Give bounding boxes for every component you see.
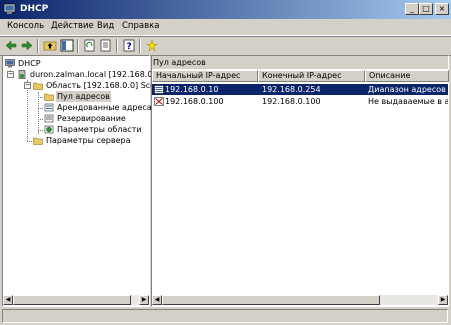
scroll-thumb[interactable]: [13, 295, 131, 305]
tree-connector: [38, 92, 39, 134]
excluded-range-icon: [154, 97, 164, 106]
scroll-left-button[interactable]: ◀: [3, 295, 13, 305]
maximize-button[interactable]: □: [419, 3, 433, 15]
menu-help[interactable]: Справка: [122, 21, 159, 31]
tree-label: Пул адресов: [56, 91, 111, 102]
list-row[interactable]: 192.168.0.100 192.168.0.100 Не выдаваемы…: [152, 96, 448, 107]
minimize-icon: _: [410, 4, 414, 13]
toolbar: ?: [0, 36, 451, 56]
minimize-button[interactable]: _: [405, 3, 419, 15]
tree-item-reservations[interactable]: Резервирование: [44, 113, 147, 124]
up-folder-icon[interactable]: [43, 39, 57, 52]
tree-label: Резервирование: [57, 114, 126, 123]
folder-open-icon: [44, 93, 54, 101]
menu-view[interactable]: Вид: [97, 21, 114, 31]
maximize-icon: □: [422, 4, 430, 13]
menu-bar: Консоль Действие Вид Справка: [0, 19, 451, 36]
tree-item-leases[interactable]: Арендованные адреса: [44, 102, 152, 113]
cell-end-ip: 192.168.0.254: [262, 85, 321, 94]
cell-description: Диапазон адресов для: [368, 85, 448, 94]
toolbar-separator: [139, 39, 141, 53]
cell-end-ip: 192.168.0.100: [262, 97, 321, 106]
title-bar: DHCP _ □ ×: [0, 0, 451, 19]
tree-label: Параметры сервера: [46, 136, 131, 145]
tree-label: Арендованные адреса: [57, 103, 152, 112]
tree-item-server[interactable]: duron.zalman.local [192.168.0.1: [17, 69, 160, 80]
tree-connector: [38, 119, 43, 120]
tree-connector: [38, 97, 43, 98]
tree-connector: [38, 108, 43, 109]
tree-horizontal-scrollbar[interactable]: ◀ ▶: [3, 295, 149, 305]
options-icon: [44, 125, 54, 134]
tree-connector: [27, 90, 28, 141]
cell-description: Не выдаваемые в арен: [368, 97, 448, 106]
scroll-right-button[interactable]: ▶: [139, 295, 149, 305]
status-bar: [0, 306, 451, 325]
show-hide-tree-icon[interactable]: [60, 39, 74, 52]
reservations-icon: [44, 114, 54, 123]
menu-action[interactable]: Действие: [51, 21, 94, 31]
menu-console[interactable]: Консоль: [7, 21, 44, 31]
dhcp-root-icon: [5, 59, 15, 68]
column-header-end-ip[interactable]: Конечный IP-адрес: [258, 70, 365, 82]
refresh-icon[interactable]: [83, 39, 97, 52]
toolbar-separator: [77, 39, 79, 53]
tree-item-dhcp[interactable]: DHCP: [5, 58, 145, 69]
dhcp-app-icon: [3, 3, 16, 14]
export-list-icon[interactable]: [99, 39, 113, 52]
new-scope-star-icon[interactable]: [145, 39, 159, 52]
leases-icon: [44, 103, 54, 112]
status-panel: [2, 309, 448, 323]
cell-start-ip: 192.168.0.100: [165, 97, 224, 106]
scroll-right-button[interactable]: ▶: [438, 295, 448, 305]
tree-item-scope-options[interactable]: Параметры области: [44, 124, 147, 135]
window-title: DHCP: [20, 4, 49, 14]
folder-icon: [33, 137, 43, 145]
toolbar-separator: [37, 39, 39, 53]
forward-arrow-icon[interactable]: [20, 39, 34, 52]
tree-label: DHCP: [18, 59, 41, 68]
folder-icon: [33, 82, 43, 90]
column-header-start-ip[interactable]: Начальный IP-адрес: [152, 70, 258, 82]
back-arrow-icon[interactable]: [4, 39, 18, 52]
list-row[interactable]: 192.168.0.10 192.168.0.254 Диапазон адре…: [152, 84, 448, 95]
server-icon: [18, 70, 26, 79]
svg-text:?: ?: [127, 42, 132, 52]
tree-item-address-pool[interactable]: Пул адресов: [44, 91, 147, 102]
tree-item-scope[interactable]: Область [192.168.0.0] Scop: [33, 80, 160, 91]
scroll-left-button[interactable]: ◀: [152, 295, 162, 305]
help-icon[interactable]: ?: [122, 39, 136, 52]
tree-connector: [27, 141, 32, 142]
close-button[interactable]: ×: [435, 3, 449, 15]
tree-item-server-options[interactable]: Параметры сервера: [33, 135, 147, 146]
collapse-toggle[interactable]: −: [7, 71, 14, 78]
cell-start-ip: 192.168.0.10: [165, 85, 219, 94]
address-range-icon: [154, 85, 164, 94]
scroll-thumb[interactable]: [162, 295, 380, 305]
close-icon: ×: [438, 4, 446, 13]
tree-label: duron.zalman.local [192.168.0.1: [30, 70, 161, 79]
collapse-toggle[interactable]: −: [24, 82, 31, 89]
toolbar-separator: [116, 39, 118, 53]
column-header-description[interactable]: Описание: [365, 70, 449, 82]
tree-connector: [38, 130, 43, 131]
tree-label: Параметры области: [57, 125, 142, 134]
tree-label: Область [192.168.0.0] Scop: [46, 81, 161, 90]
details-title: Пул адресов: [153, 58, 206, 67]
list-horizontal-scrollbar[interactable]: ◀ ▶: [152, 295, 448, 305]
